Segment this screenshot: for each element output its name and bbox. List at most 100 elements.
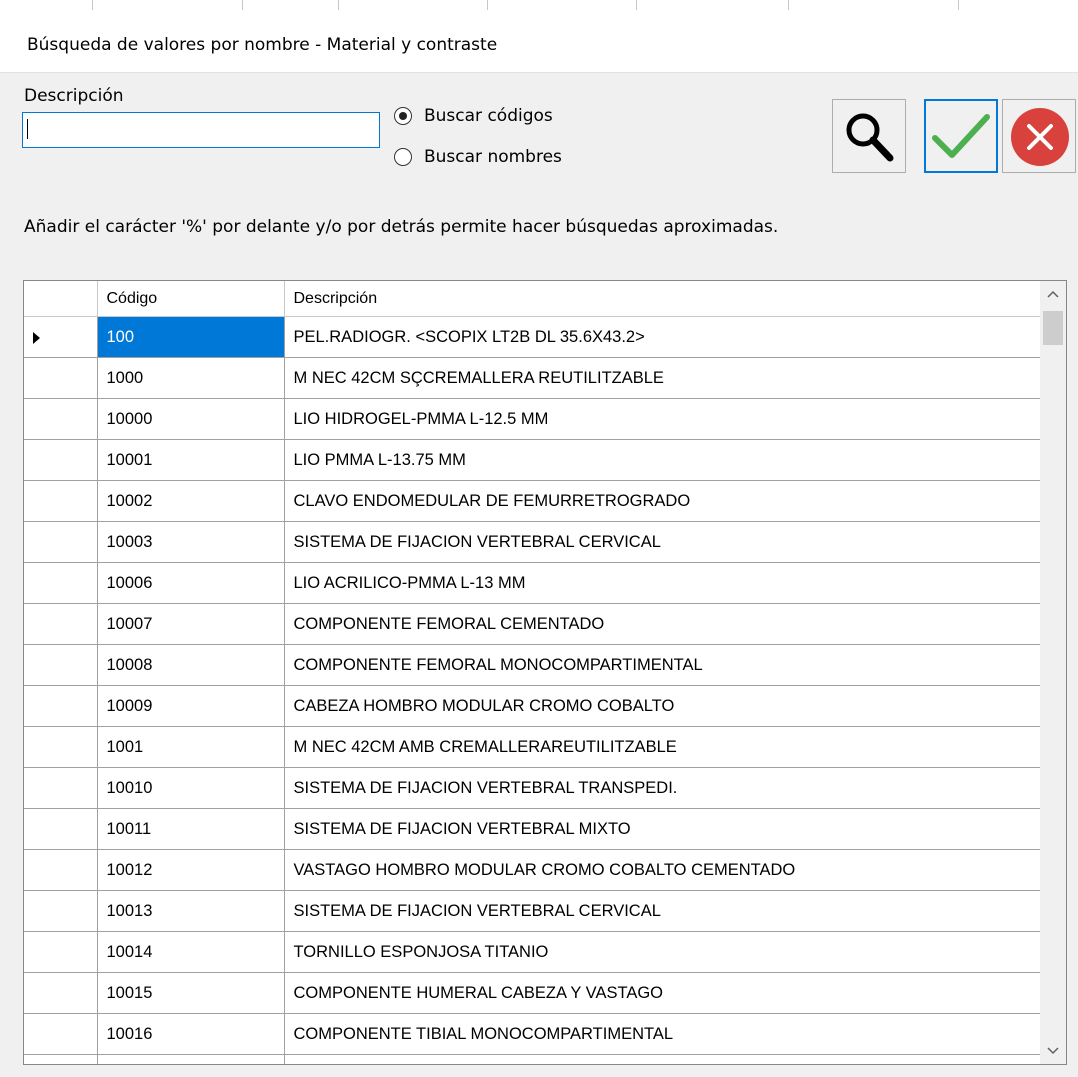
- table-row[interactable]: 10008 COMPONENTE FEMORAL MONOCOMPARTIMENT…: [24, 644, 1041, 686]
- row-header[interactable]: [24, 1054, 98, 1064]
- table-row[interactable]: 100 PEL.RADIOGR. <SCOPIX LT2B DL 35.6X43.…: [24, 316, 1041, 358]
- code-cell[interactable]: 1001: [97, 726, 285, 768]
- row-header[interactable]: [24, 972, 98, 1014]
- table-row[interactable]: 10011 SISTEMA DE FIJACION VERTEBRAL MIXTO: [24, 808, 1041, 850]
- description-cell[interactable]: COMPONENTE FEMORAL MONOCOMPARTIMENTAL: [284, 644, 1041, 686]
- description-cell[interactable]: COMPONENTE HUMERAL CABEZA Y VASTAGO: [284, 972, 1041, 1014]
- row-header[interactable]: [24, 521, 98, 563]
- row-header[interactable]: [24, 931, 98, 973]
- row-header[interactable]: [24, 767, 98, 809]
- description-cell[interactable]: M NEC 42CM SÇCREMALLERA REUTILITZABLE: [284, 357, 1041, 399]
- description-cell[interactable]: SISTEMA DE FIJACION VERTEBRAL CERVICAL: [284, 890, 1041, 932]
- table-row[interactable]: 10015 COMPONENTE HUMERAL CABEZA Y VASTAGO: [24, 972, 1041, 1014]
- description-value: VASTAGO HOMBRO MODULAR CROMO COBALTO CEM…: [293, 860, 796, 879]
- description-cell[interactable]: SISTEMA DE FIJACION VERTEBRAL CERVICAL: [284, 521, 1041, 563]
- code-cell[interactable]: 10015: [97, 972, 285, 1014]
- description-cell[interactable]: SISTEMA DE FIJACION VERTEBRAL TRANSPEDI.: [284, 767, 1041, 809]
- table-row[interactable]: 10013 SISTEMA DE FIJACION VERTEBRAL CERVI…: [24, 890, 1041, 932]
- code-value: 10014: [106, 942, 153, 961]
- description-cell[interactable]: PEL.RADIOGR. <SCOPIX LT2B DL 35.6X43.2>: [284, 316, 1041, 358]
- column-divider: [636, 0, 637, 10]
- vertical-scrollbar[interactable]: [1040, 281, 1066, 1064]
- column-header-description[interactable]: Descripción: [284, 281, 1041, 317]
- code-cell[interactable]: 100: [97, 316, 285, 358]
- code-cell[interactable]: 1000: [97, 357, 285, 399]
- table-row[interactable]: 10016 COMPONENTE TIBIAL MONOCOMPARTIMENTA…: [24, 1013, 1041, 1055]
- column-divider: [92, 0, 93, 10]
- search-codes-radio[interactable]: Buscar códigos: [394, 103, 553, 129]
- code-cell[interactable]: 10006: [97, 562, 285, 604]
- description-value: COMPONENTE HUMERAL CABEZA Y VASTAGO: [293, 983, 664, 1002]
- description-cell[interactable]: M NEC 42CM AMB CREMALLERAREUTILITZABLE: [284, 726, 1041, 768]
- description-cell[interactable]: LIO HIDROGEL-PMMA L-12.5 MM: [284, 398, 1041, 440]
- table-row[interactable]: 10000 LIO HIDROGEL-PMMA L-12.5 MM: [24, 398, 1041, 440]
- description-cell[interactable]: TORNILLO ESPONJOSA TITANIO: [284, 931, 1041, 973]
- code-cell[interactable]: 10014: [97, 931, 285, 973]
- scroll-thumb[interactable]: [1043, 311, 1063, 345]
- table-row[interactable]: 1000 M NEC 42CM SÇCREMALLERA REUTILITZABL…: [24, 357, 1041, 399]
- column-header-code[interactable]: Código: [97, 281, 285, 317]
- code-cell[interactable]: 10012: [97, 849, 285, 891]
- code-cell[interactable]: 10002: [97, 480, 285, 522]
- table-row[interactable]: 1001 M NEC 42CM AMB CREMALLERAREUTILITZAB…: [24, 726, 1041, 768]
- description-cell[interactable]: [284, 1054, 1041, 1064]
- row-header[interactable]: [24, 603, 98, 645]
- description-cell[interactable]: LIO ACRILICO-PMMA L-13 MM: [284, 562, 1041, 604]
- row-header[interactable]: [24, 1013, 98, 1055]
- description-cell[interactable]: CLAVO ENDOMEDULAR DE FEMURRETROGRADO: [284, 480, 1041, 522]
- row-header[interactable]: [24, 398, 98, 440]
- description-value: SISTEMA DE FIJACION VERTEBRAL CERVICAL: [293, 901, 661, 920]
- code-cell[interactable]: 10007: [97, 603, 285, 645]
- row-header[interactable]: [24, 480, 98, 522]
- table-row[interactable]: [24, 1054, 1041, 1064]
- description-cell[interactable]: CABEZA HOMBRO MODULAR CROMO COBALTO: [284, 685, 1041, 727]
- row-header[interactable]: [24, 316, 98, 358]
- description-cell[interactable]: VASTAGO HOMBRO MODULAR CROMO COBALTO CEM…: [284, 849, 1041, 891]
- table-row[interactable]: 10010 SISTEMA DE FIJACION VERTEBRAL TRANS…: [24, 767, 1041, 809]
- search-button[interactable]: [832, 99, 906, 173]
- row-header[interactable]: [24, 562, 98, 604]
- code-cell[interactable]: 10013: [97, 890, 285, 932]
- description-cell[interactable]: COMPONENTE TIBIAL MONOCOMPARTIMENTAL: [284, 1013, 1041, 1055]
- table-row[interactable]: 10012 VASTAGO HOMBRO MODULAR CROMO COBALT…: [24, 849, 1041, 891]
- table-row[interactable]: 10003 SISTEMA DE FIJACION VERTEBRAL CERVI…: [24, 521, 1041, 563]
- code-cell[interactable]: [97, 1054, 285, 1064]
- description-input[interactable]: [22, 112, 380, 148]
- table-row[interactable]: 10014 TORNILLO ESPONJOSA TITANIO: [24, 931, 1041, 973]
- search-names-radio[interactable]: Buscar nombres: [394, 144, 562, 170]
- title-bar[interactable]: Búsqueda de valores por nombre - Materia…: [0, 20, 1078, 73]
- row-header[interactable]: [24, 357, 98, 399]
- cancel-button[interactable]: [1002, 99, 1076, 173]
- results-grid[interactable]: Código Descripción 100 PEL.RADIOGR. <SCOP…: [23, 280, 1067, 1065]
- row-header[interactable]: [24, 644, 98, 686]
- column-divider: [338, 0, 339, 10]
- scroll-down-arrow-icon[interactable]: [1040, 1038, 1066, 1064]
- code-cell[interactable]: 10016: [97, 1013, 285, 1055]
- description-cell[interactable]: COMPONENTE FEMORAL CEMENTADO: [284, 603, 1041, 645]
- accept-button[interactable]: [924, 99, 998, 173]
- row-header[interactable]: [24, 685, 98, 727]
- table-row[interactable]: 10001 LIO PMMA L-13.75 MM: [24, 439, 1041, 481]
- description-value: SISTEMA DE FIJACION VERTEBRAL MIXTO: [293, 819, 631, 838]
- row-header[interactable]: [24, 849, 98, 891]
- table-row[interactable]: 10009 CABEZA HOMBRO MODULAR CROMO COBALTO: [24, 685, 1041, 727]
- table-row[interactable]: 10002 CLAVO ENDOMEDULAR DE FEMURRETROGRAD…: [24, 480, 1041, 522]
- code-cell[interactable]: 10009: [97, 685, 285, 727]
- row-header[interactable]: [24, 808, 98, 850]
- row-header[interactable]: [24, 439, 98, 481]
- code-cell[interactable]: 10000: [97, 398, 285, 440]
- description-cell[interactable]: LIO PMMA L-13.75 MM: [284, 439, 1041, 481]
- code-value: 10007: [106, 614, 153, 633]
- code-cell[interactable]: 10008: [97, 644, 285, 686]
- code-cell[interactable]: 10011: [97, 808, 285, 850]
- code-cell[interactable]: 10003: [97, 521, 285, 563]
- row-header[interactable]: [24, 726, 98, 768]
- scroll-up-arrow-icon[interactable]: [1040, 281, 1066, 307]
- code-cell[interactable]: 10010: [97, 767, 285, 809]
- row-header[interactable]: [24, 890, 98, 932]
- table-row[interactable]: 10007 COMPONENTE FEMORAL CEMENTADO: [24, 603, 1041, 645]
- code-cell[interactable]: 10001: [97, 439, 285, 481]
- description-cell[interactable]: SISTEMA DE FIJACION VERTEBRAL MIXTO: [284, 808, 1041, 850]
- code-value: 10016: [106, 1024, 153, 1043]
- table-row[interactable]: 10006 LIO ACRILICO-PMMA L-13 MM: [24, 562, 1041, 604]
